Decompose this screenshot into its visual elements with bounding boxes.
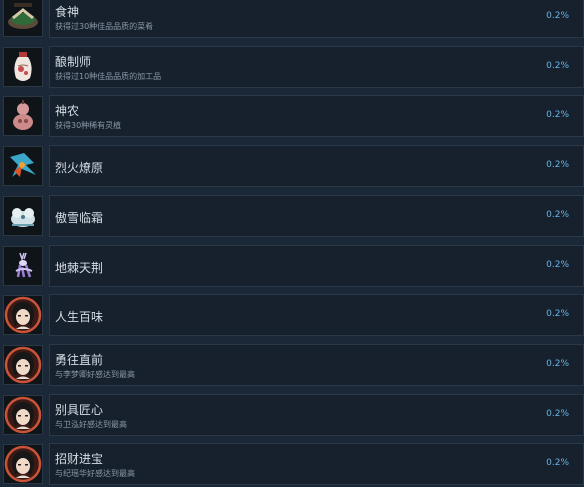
achievement-description: 获得过30种佳品品质的菜肴 bbox=[55, 22, 154, 31]
achievement-row: 傲雪临霜 0.2% bbox=[0, 193, 584, 239]
achievement-title: 食神 bbox=[55, 5, 80, 19]
achievement-row: 神农获得30种稀有灵植 0.2% bbox=[0, 93, 584, 139]
achievement-row: 地棘天荆 0.2% bbox=[0, 243, 584, 289]
achievement-panel: 地棘天荆 0.2% bbox=[49, 244, 584, 287]
fire-bird-icon bbox=[3, 146, 43, 187]
unlock-percent: 0.2% bbox=[546, 60, 569, 71]
achievement-row: 食神获得过30种佳品品质的菜肴 0.2% bbox=[0, 0, 584, 40]
achievement-panel: 酿制师获得过10种佳品品质的加工品 0.2% bbox=[49, 45, 584, 88]
achievement-row: 招财进宝与纪瑶华好感达到最高 0.2% bbox=[0, 441, 584, 487]
unlock-percent: 0.2% bbox=[546, 309, 569, 320]
gourd-icon bbox=[3, 96, 43, 137]
unlock-percent: 0.2% bbox=[546, 458, 569, 469]
achievement-panel: 别具匠心与卫泓好感达到最高 0.2% bbox=[49, 393, 584, 436]
achievement-title: 傲雪临霜 bbox=[55, 210, 104, 225]
unlock-percent: 0.2% bbox=[546, 160, 569, 171]
frost-beast-icon bbox=[3, 195, 43, 236]
character-portrait-icon bbox=[3, 344, 43, 385]
unlock-percent: 0.2% bbox=[546, 408, 569, 419]
unlock-percent: 0.2% bbox=[546, 209, 569, 220]
dish-icon bbox=[3, 0, 43, 37]
achievement-title: 酿制师 bbox=[55, 54, 92, 69]
achievement-title: 勇往直前 bbox=[55, 352, 104, 367]
achievement-row: 勇往直前与李梦卿好感达到最高 0.2% bbox=[0, 342, 584, 388]
achievement-description: 与卫泓好感达到最高 bbox=[55, 419, 127, 429]
unlock-percent: 0.2% bbox=[546, 259, 569, 270]
achievement-row: 别具匠心与卫泓好感达到最高 0.2% bbox=[0, 392, 584, 438]
achievement-title: 神农 bbox=[55, 104, 80, 119]
character-portrait-icon bbox=[3, 394, 43, 435]
achievement-panel: 烈火燎原 0.2% bbox=[49, 145, 584, 188]
achievement-row: 人生百味 0.2% bbox=[0, 292, 584, 338]
achievement-panel: 傲雪临霜 0.2% bbox=[49, 194, 584, 237]
unlock-percent: 0.2% bbox=[546, 110, 569, 121]
wine-jar-icon bbox=[3, 46, 43, 87]
achievement-description: 与李梦卿好感达到最高 bbox=[55, 369, 135, 379]
achievement-list: 食神获得过30种佳品品质的菜肴 0.2% 酿制师获得过10种佳品品质的加工品 0.2%… bbox=[0, 0, 584, 487]
achievement-title: 地棘天荆 bbox=[55, 260, 104, 275]
achievement-panel: 人生百味 0.2% bbox=[49, 294, 584, 337]
achievement-panel: 招财进宝与纪瑶华好感达到最高 0.2% bbox=[49, 443, 584, 486]
achievement-panel: 神农获得30种稀有灵植 0.2% bbox=[49, 95, 584, 138]
character-portrait-icon bbox=[3, 444, 43, 485]
achievement-title: 人生百味 bbox=[55, 310, 104, 325]
unlock-percent: 0.2% bbox=[546, 11, 569, 21]
unlock-percent: 0.2% bbox=[546, 358, 569, 369]
achievement-title: 烈火燎原 bbox=[55, 161, 104, 176]
achievement-row: 酿制师获得过10种佳品品质的加工品 0.2% bbox=[0, 44, 584, 90]
achievement-title: 别具匠心 bbox=[55, 402, 104, 417]
achievement-panel: 食神获得过30种佳品品质的菜肴 0.2% bbox=[49, 0, 584, 38]
achievement-row: 烈火燎原 0.2% bbox=[0, 143, 584, 189]
achievement-panel: 勇往直前与李梦卿好感达到最高 0.2% bbox=[49, 343, 584, 386]
achievement-description: 获得30种稀有灵植 bbox=[55, 121, 122, 131]
achievement-description: 获得过10种佳品品质的加工品 bbox=[55, 71, 162, 81]
deer-spirit-icon bbox=[3, 245, 43, 286]
achievement-title: 招财进宝 bbox=[55, 452, 104, 467]
achievement-description: 与纪瑶华好感达到最高 bbox=[55, 469, 135, 479]
character-portrait-icon bbox=[3, 295, 43, 336]
